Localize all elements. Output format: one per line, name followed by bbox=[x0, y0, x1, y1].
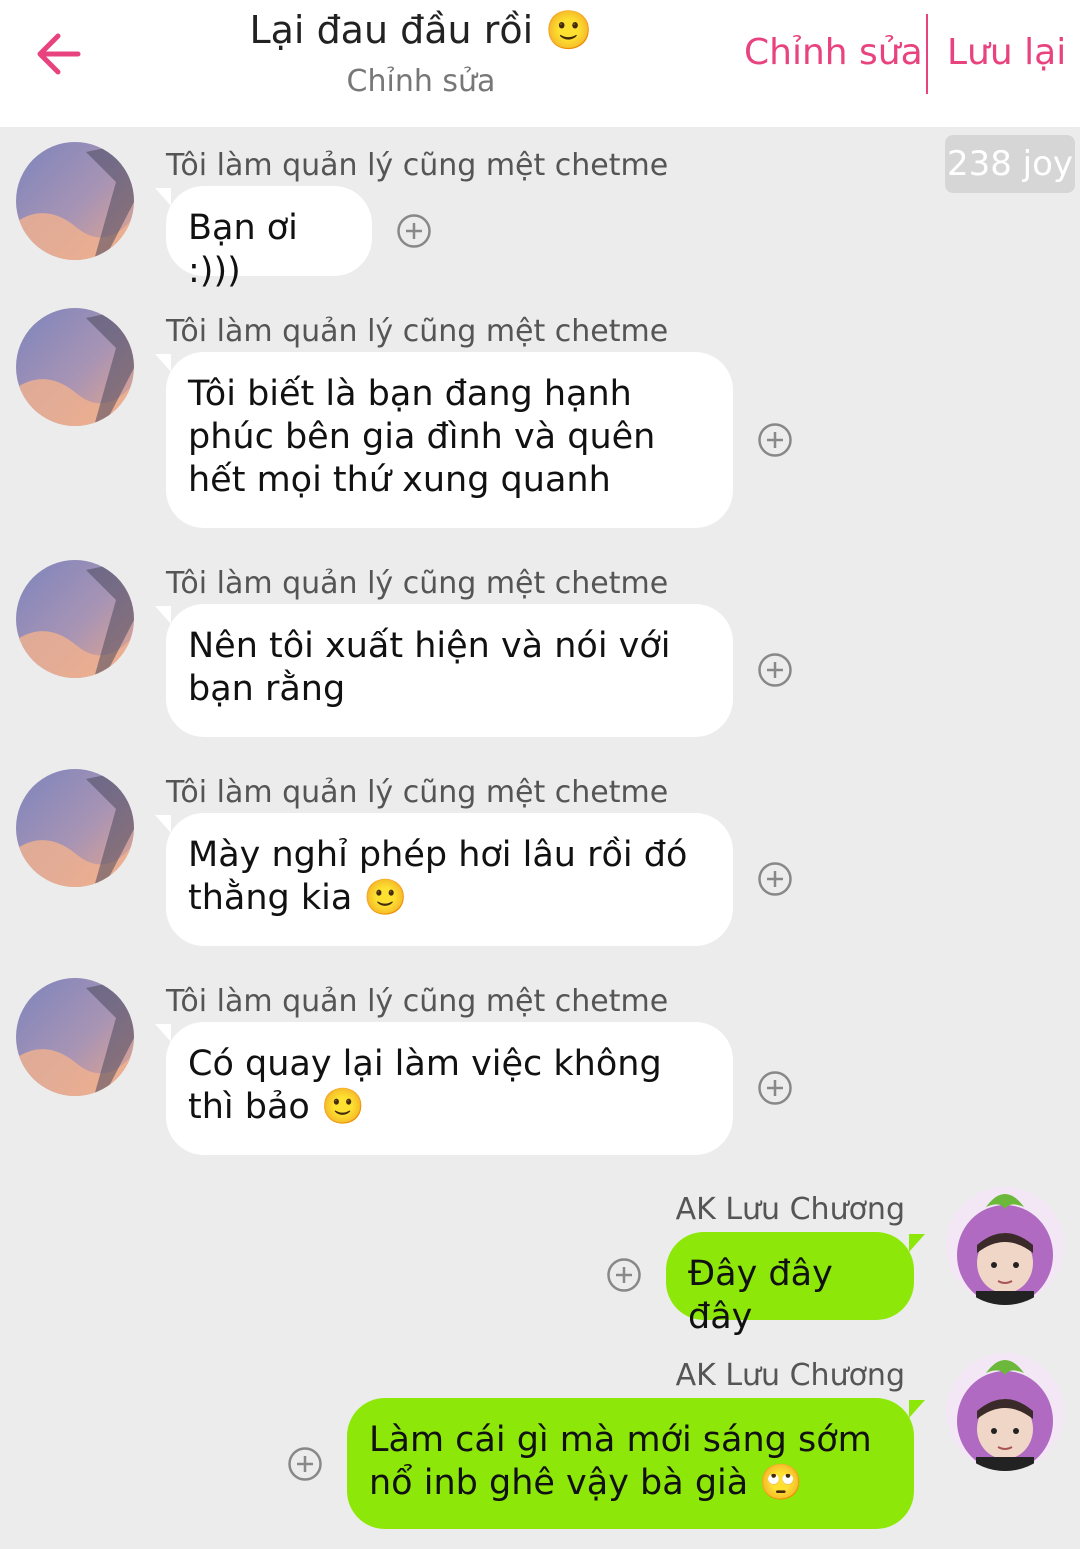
chat-title: Lại đau đầu rồi 🙂 bbox=[249, 8, 593, 52]
plus-circle-icon bbox=[758, 1071, 792, 1105]
sender-name: Tôi làm quản lý cũng mệt chetme bbox=[166, 314, 669, 349]
message-bubble[interactable]: Làm cái gì mà mới sáng sớm nổ inb ghê vậ… bbox=[347, 1398, 914, 1529]
sender-avatar[interactable] bbox=[16, 308, 134, 426]
add-reaction-button[interactable] bbox=[396, 213, 432, 249]
sender-avatar[interactable] bbox=[16, 560, 134, 678]
back-button[interactable] bbox=[30, 26, 86, 82]
sender-avatar[interactable] bbox=[16, 142, 134, 260]
message-bubble[interactable]: Bạn ơi :))) bbox=[166, 186, 372, 291]
add-reaction-button[interactable] bbox=[757, 1070, 793, 1106]
header-divider bbox=[926, 14, 928, 94]
plus-circle-icon bbox=[607, 1258, 641, 1292]
sender-name: Tôi làm quản lý cũng mệt chetme bbox=[166, 775, 669, 810]
arrow-left-icon bbox=[37, 33, 81, 75]
add-reaction-button[interactable] bbox=[757, 652, 793, 688]
plus-circle-icon bbox=[288, 1447, 322, 1481]
add-reaction-button[interactable] bbox=[606, 1257, 642, 1293]
add-reaction-button[interactable] bbox=[287, 1446, 323, 1482]
header-bar: Lại đau đầu rồi 🙂 Chỉnh sửa Chỉnh sửa Lư… bbox=[0, 0, 1080, 127]
message-bubble[interactable]: Tôi biết là bạn đang hạnh phúc bên gia đ… bbox=[166, 352, 733, 528]
bubble-tail bbox=[155, 606, 171, 624]
plus-circle-icon bbox=[758, 653, 792, 687]
message-bubble[interactable]: Có quay lại làm việc không thì bảo 🙂 bbox=[166, 1022, 733, 1155]
sender-name: AK Lưu Chương bbox=[675, 1358, 905, 1393]
chat-subtitle: Chỉnh sửa bbox=[346, 64, 496, 99]
save-button[interactable]: Lưu lại bbox=[947, 32, 1066, 73]
sender-name: Tôi làm quản lý cũng mệt chetme bbox=[166, 984, 669, 1019]
message-bubble[interactable]: Mày nghỉ phép hơi lâu rồi đó thằng kia 🙂 bbox=[166, 813, 733, 946]
plus-circle-icon bbox=[758, 862, 792, 896]
bubble-tail bbox=[155, 354, 171, 372]
bubble-tail bbox=[155, 188, 171, 206]
joy-count-badge: 238 joy bbox=[945, 135, 1075, 193]
message-bubble[interactable]: Nên tôi xuất hiện và nói với bạn rằng bbox=[166, 604, 733, 737]
user-avatar[interactable] bbox=[946, 1187, 1064, 1305]
bubble-tail bbox=[909, 1400, 925, 1418]
add-reaction-button[interactable] bbox=[757, 861, 793, 897]
sender-avatar[interactable] bbox=[16, 769, 134, 887]
user-avatar[interactable] bbox=[946, 1353, 1064, 1471]
sender-name: AK Lưu Chương bbox=[675, 1192, 905, 1227]
sender-avatar[interactable] bbox=[16, 978, 134, 1096]
bubble-tail bbox=[155, 1024, 171, 1042]
edit-button[interactable]: Chỉnh sửa bbox=[744, 32, 923, 73]
sender-name: Tôi làm quản lý cũng mệt chetme bbox=[166, 148, 669, 183]
plus-circle-icon bbox=[758, 423, 792, 457]
bubble-tail bbox=[909, 1234, 925, 1252]
sender-name: Tôi làm quản lý cũng mệt chetme bbox=[166, 566, 669, 601]
add-reaction-button[interactable] bbox=[757, 422, 793, 458]
plus-circle-icon bbox=[397, 214, 431, 248]
bubble-tail bbox=[155, 815, 171, 833]
message-bubble[interactable]: Đây đây đây bbox=[666, 1232, 914, 1337]
